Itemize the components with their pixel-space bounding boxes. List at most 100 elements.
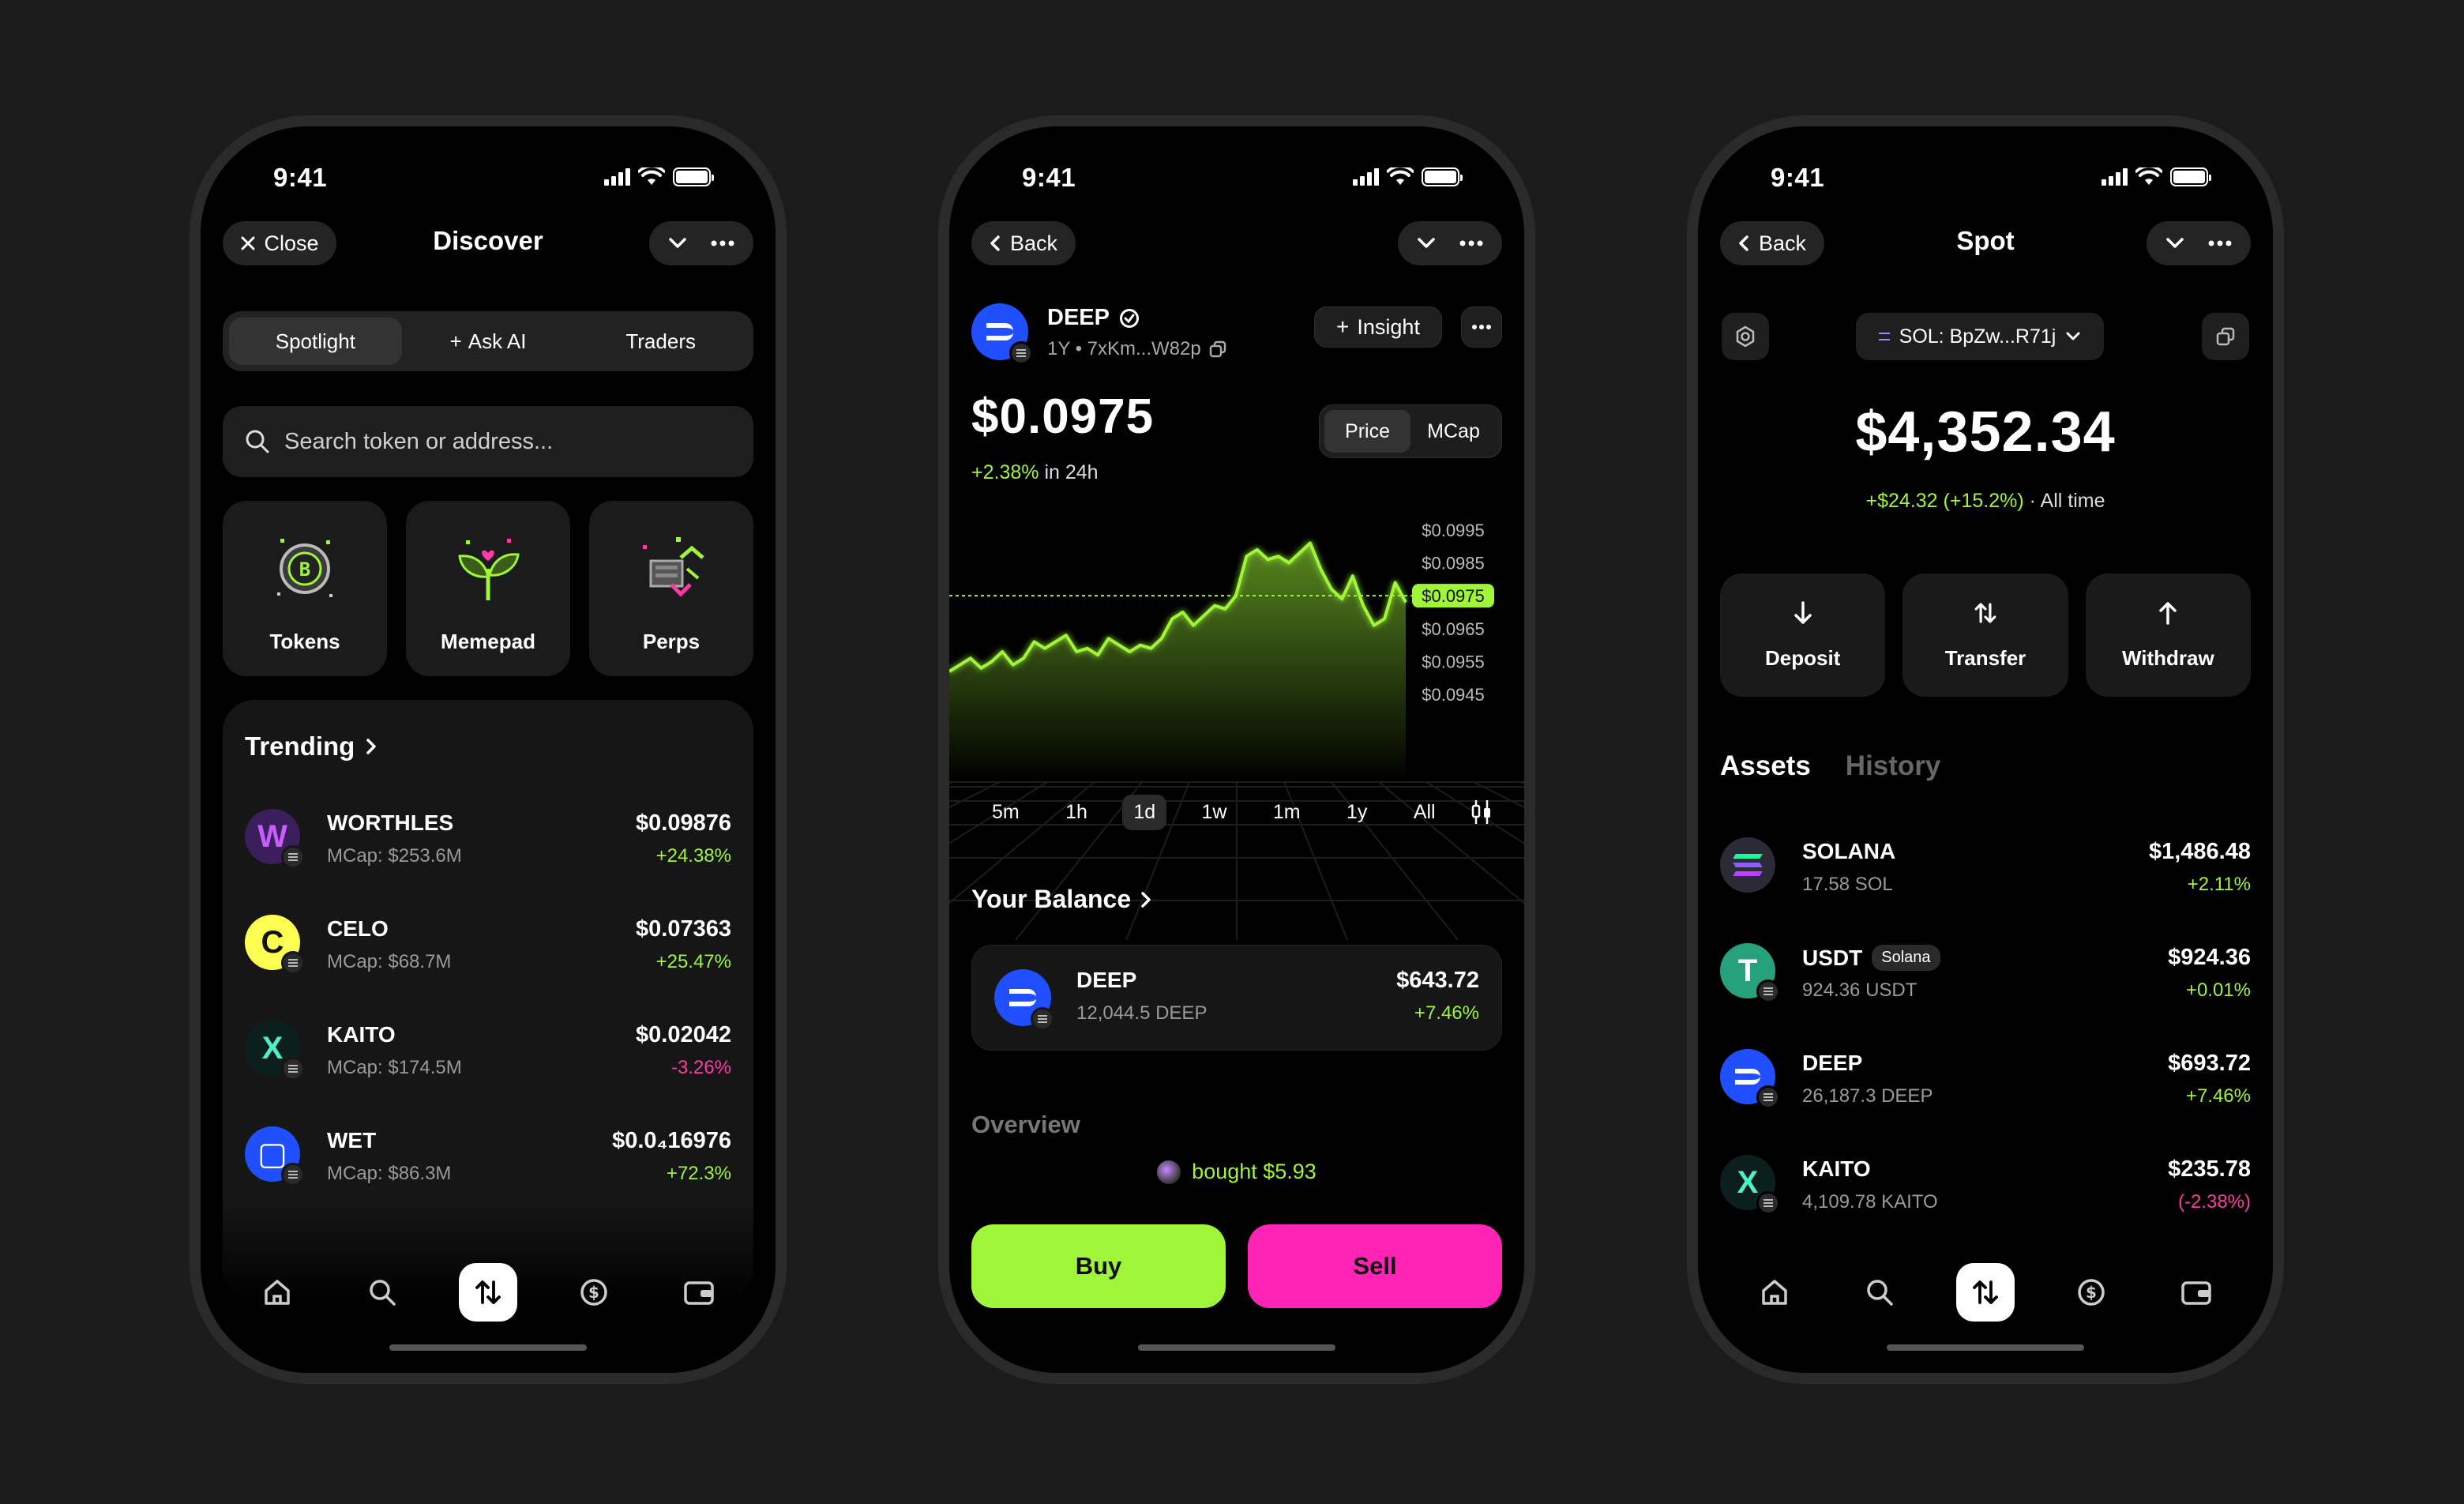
tile-tokens[interactable]: B Tokens (223, 501, 387, 676)
tab-history[interactable]: History (1846, 750, 1941, 782)
battery-icon (673, 167, 714, 186)
range-1y[interactable]: 1y (1335, 795, 1378, 830)
settings-button[interactable] (1722, 313, 1769, 360)
insight-label: Insight (1357, 314, 1420, 339)
price-change-value: +2.38% (971, 461, 1039, 483)
buy-button[interactable]: Buy (971, 1224, 1226, 1308)
arrow-up-icon (2159, 601, 2177, 625)
tab-wallet[interactable] (670, 1263, 728, 1322)
overview-title: Overview (971, 1111, 1080, 1138)
token-price: $0.02042 (636, 1022, 731, 1047)
more-icon[interactable] (711, 240, 734, 246)
insight-button[interactable]: + Insight (1314, 306, 1442, 348)
copy-icon (1209, 340, 1226, 358)
tab-wallet[interactable] (2167, 1263, 2225, 1322)
phone-token: 9:41 Back DEEP 1Y • 7xKm...W82p + Insigh… (938, 115, 1535, 1384)
tab-earn[interactable]: $ (565, 1263, 623, 1322)
home-indicator (389, 1344, 587, 1351)
status-time: 9:41 (1771, 163, 1825, 192)
chain-badge-icon (1031, 1007, 1054, 1031)
search-input[interactable]: Search token or address... (223, 406, 753, 477)
status-icons (1353, 167, 1463, 186)
list-item[interactable]: W WORTHLES MCap: $253.6M $0.09876 +24.38… (245, 796, 731, 883)
chain-badge-icon (281, 1163, 305, 1186)
list-item[interactable]: X KAITO 4,109.78 KAITO $235.78 (-2.38%) (1720, 1142, 2251, 1229)
chain-badge-icon (1009, 341, 1033, 365)
tab-assets[interactable]: Assets (1720, 750, 1811, 782)
range-5m[interactable]: 5m (981, 795, 1031, 830)
tab-swap[interactable] (1955, 1263, 2015, 1322)
asset-change: +0.01% (2185, 979, 2251, 1001)
toggle-mcap[interactable]: MCap (1410, 410, 1497, 453)
battery-icon (2170, 167, 2211, 186)
range-1w[interactable]: 1w (1191, 795, 1238, 830)
withdraw-label: Withdraw (2121, 645, 2214, 670)
tab-spotlight[interactable]: Spotlight (229, 318, 402, 365)
balance-value: $643.72 (1396, 968, 1479, 993)
token-more-button[interactable] (1461, 306, 1502, 348)
y-tick-label: $0.0945 (1422, 685, 1485, 705)
tab-search[interactable] (353, 1263, 411, 1322)
list-item[interactable]: SOLANA 17.58 SOL $1,486.48 +2.11% (1720, 825, 2251, 912)
more-icon[interactable] (1459, 240, 1483, 246)
tile-perps[interactable]: Perps (589, 501, 753, 676)
candlestick-icon[interactable] (1471, 799, 1493, 825)
range-1h[interactable]: 1h (1054, 795, 1099, 830)
chevron-down-icon (2066, 332, 2080, 340)
wallet-selector[interactable]: SOL: BpZw...R71j (1856, 313, 2104, 360)
back-button[interactable]: Back (971, 221, 1076, 265)
y-tick-label: $0.0965 (1422, 619, 1485, 639)
tab-bar: $ (1698, 1253, 2273, 1332)
range-1d[interactable]: 1d (1122, 794, 1167, 830)
header-actions (2147, 221, 2251, 265)
tab-home[interactable] (1745, 1263, 1804, 1322)
bought-text: bought $5.93 (1192, 1160, 1317, 1183)
token-change: +25.47% (655, 951, 731, 972)
sell-button[interactable]: Sell (1248, 1224, 1502, 1308)
tab-traders[interactable]: Traders (574, 318, 747, 365)
svg-text:B: B (299, 558, 310, 581)
price-chart[interactable]: $0.0995 $0.0985 $0.0975 $0.0965 $0.0955 $0.09… (949, 498, 1524, 987)
balance-card[interactable]: DEEP 12,044.5 DEEP $643.72 +7.46% (971, 945, 1502, 1051)
balance-token-name: DEEP (1076, 968, 1137, 992)
withdraw-button[interactable]: Withdraw (2085, 573, 2251, 697)
y-tick-label: $0.0985 (1422, 554, 1485, 573)
toggle-price[interactable]: Price (1324, 410, 1410, 453)
trending-title[interactable]: Trending (245, 731, 377, 761)
list-item[interactable]: X KAITO MCap: $174.5M $0.02042 -3.26% (245, 1008, 731, 1095)
tab-search[interactable] (1850, 1263, 1909, 1322)
deposit-button[interactable]: Deposit (1720, 573, 1886, 697)
tab-ask-ai[interactable]: + Ask AI (402, 318, 575, 365)
home-icon (265, 1280, 290, 1305)
your-balance-title[interactable]: Your Balance (971, 885, 1151, 914)
tile-memepad[interactable]: Memepad (406, 501, 570, 676)
asset-value: $693.72 (2168, 1051, 2251, 1076)
asset-value: $235.78 (2168, 1156, 2251, 1182)
range-selector: 5m 1h 1d 1w 1m 1y All (965, 790, 1508, 834)
tab-swap[interactable] (458, 1263, 517, 1322)
copy-button[interactable] (2202, 313, 2249, 360)
balance-change: +7.46% (1414, 1002, 1479, 1024)
list-item[interactable]: T USDT Solana 924.36 USDT $924.36 +0.01% (1720, 931, 2251, 1017)
range-all[interactable]: All (1403, 795, 1447, 830)
list-item[interactable]: C CELO MCap: $68.7M $0.07363 +25.47% (245, 902, 731, 989)
chain-tag: Solana (1872, 945, 1940, 971)
tab-earn[interactable]: $ (2062, 1263, 2120, 1322)
svg-text:$: $ (2086, 1283, 2097, 1302)
chevron-down-icon[interactable] (1417, 237, 1436, 250)
more-icon[interactable] (2208, 240, 2232, 246)
list-item[interactable]: DEEP 26,187.3 DEEP $693.72 +7.46% (1720, 1036, 2251, 1123)
transfer-button[interactable]: Transfer (1902, 573, 2068, 697)
chevron-down-icon[interactable] (668, 237, 687, 250)
token-price: $0.0975 (971, 389, 1155, 444)
tab-home[interactable] (248, 1263, 306, 1322)
list-item[interactable]: ▢ WET MCap: $86.3M $0.0₄16976 +72.3% (245, 1114, 731, 1201)
chevron-down-icon[interactable] (2165, 237, 2184, 250)
range-1m[interactable]: 1m (1262, 795, 1312, 830)
status-time: 9:41 (273, 163, 328, 192)
token-price: $0.0₄16976 (612, 1128, 731, 1153)
y-tick-label: $0.0955 (1422, 652, 1485, 672)
chain-badge-icon (281, 1057, 305, 1081)
token-address[interactable]: 1Y • 7xKm...W82p (1047, 338, 1226, 360)
search-icon (370, 1280, 396, 1306)
